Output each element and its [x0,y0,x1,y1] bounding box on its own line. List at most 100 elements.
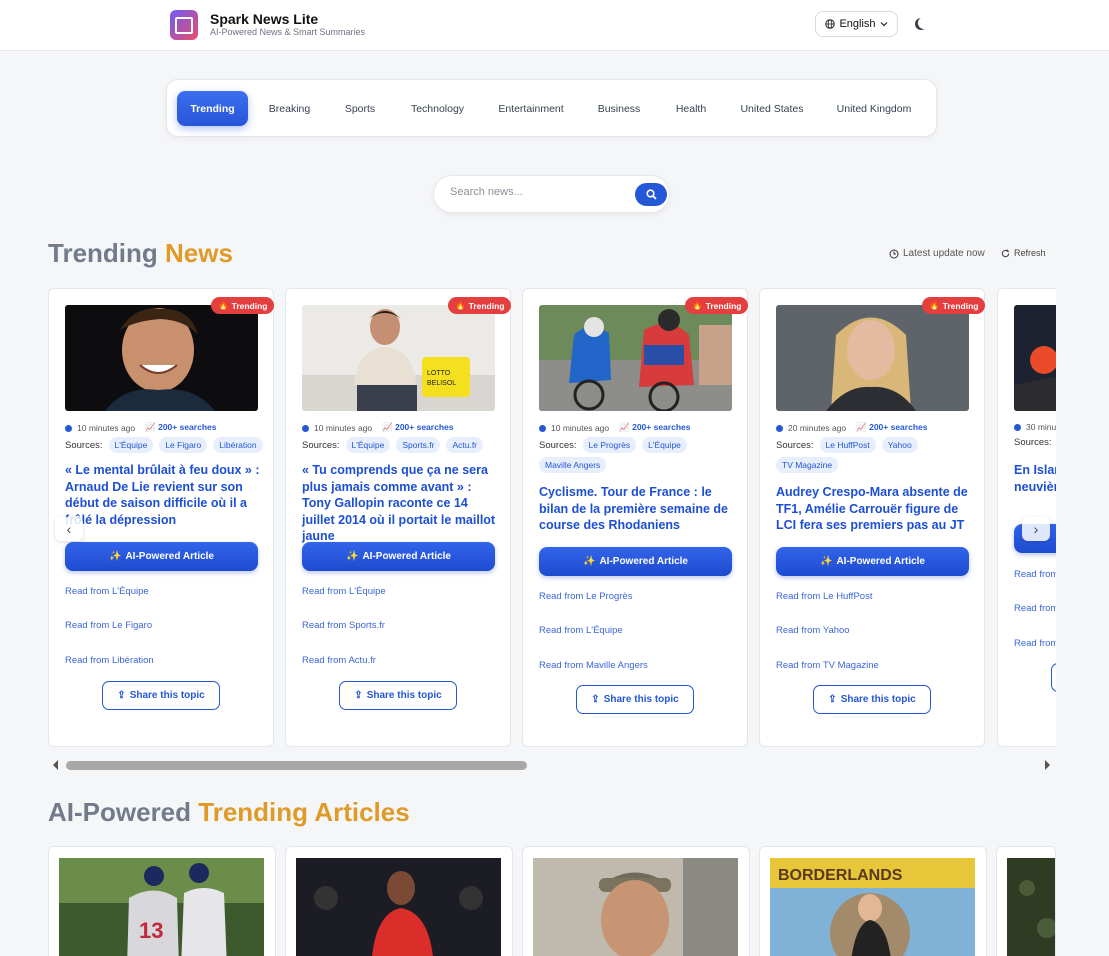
source-pill[interactable]: TV Magazine [776,457,839,473]
news-headline[interactable]: « Le mental brûlait à feu doux » : Arnau… [65,462,263,528]
read-source-link[interactable]: Read from Maville Angers [539,660,648,671]
trending-carousel: 🔥 Trending 10 minutes ago 📈 200+ searches… [48,288,1056,748]
tab-health[interactable]: Health [663,91,719,126]
source-pill[interactable]: L'Équipe [345,437,391,453]
ai-article-button[interactable]: ✨ AI-Powered Article [65,542,258,571]
news-headline[interactable]: Audrey Crespo-Mara absente de TF1, Améli… [776,484,974,534]
read-source-link[interactable]: Read from Le Progrès [539,591,632,602]
sources-list: Sources: Le Progrès L'Équipe Maville Ang… [539,437,739,473]
source-pill[interactable]: Actu.fr [446,437,484,453]
source-pill[interactable]: Le HuffPost [819,437,876,453]
time-text: 10 minutes ago [551,422,610,433]
read-source-link[interactable]: Read from L'Équipe [539,625,623,636]
read-source-link[interactable]: Read from L'Équipe [65,586,149,597]
share-topic-button[interactable]: ⇪ Share this topic [813,685,931,714]
read-source-link[interactable]: Read from [1014,638,1056,649]
source-pill[interactable]: L'Équipe [642,437,687,453]
globe-icon [825,19,836,29]
ai-articles-section-title: AI-Powered Trending Articles [48,797,410,828]
time-ago: 10 minutes ago [539,423,609,433]
read-source-link[interactable]: Read from [1014,569,1056,580]
read-source-link[interactable]: Read from [1014,603,1056,614]
read-source-link[interactable]: Read from Le Figaro [65,620,152,631]
chevron-down-icon [880,22,887,27]
tab-breaking[interactable]: Breaking [257,91,322,126]
ai-article-button[interactable]: ✨ AI-Powered Article [302,542,495,571]
ai-article-card[interactable]: BORDERLANDS [759,846,987,956]
share-topic-button[interactable]: ⇪ Share this topic [576,685,694,714]
badge-label: Trending [231,300,268,311]
refresh-button[interactable]: Refresh [1001,248,1046,258]
share-icon: ⇪ [828,694,837,705]
news-headline[interactable]: Cyclisme. Tour de France : le bilan de l… [539,484,737,534]
badge-label: Trending [705,300,742,311]
tab-sports[interactable]: Sports [332,91,388,126]
dark-mode-moon-icon[interactable] [918,17,930,29]
read-source-link[interactable]: Read from Yahoo [776,625,850,636]
read-source-link[interactable]: Read from Le HuffPost [776,591,872,602]
source-pill[interactable]: Maville Angers [539,457,607,473]
scroll-right-arrow-icon[interactable] [1045,760,1050,770]
search-button[interactable] [635,183,667,206]
read-source-link[interactable]: Read from Libération [65,655,154,666]
tab-technology[interactable]: Technology [399,91,476,126]
article-image: BORDERLANDS [770,858,975,956]
title-part1: AI-Powered [48,797,192,827]
news-headline[interactable]: « Tu comprends que ça ne sera plus jamai… [302,462,500,545]
read-source-link[interactable]: Read from Actu.fr [302,655,376,666]
sparkle-icon: ✨ [820,556,833,567]
app-header: Spark News Lite AI-Powered News & Smart … [0,0,1109,51]
language-selector[interactable]: English [815,11,898,37]
source-pill[interactable]: Le Figaro [159,437,208,453]
scrollbar-thumb[interactable] [66,761,527,770]
ai-article-button[interactable]: ✨ AI-Powered Article [776,547,969,576]
sources-label: Sources: [776,439,814,451]
sources-list: Sources: L'Équipe Sports.fr Actu.fr [302,437,502,453]
chart-up-icon: 📈 [382,422,393,432]
ai-article-card[interactable] [522,846,750,956]
source-pill[interactable]: Libération [213,437,263,453]
news-image [776,305,969,411]
badge-label: Trending [468,300,505,311]
card-meta: 20 minutes ago 📈 200+ searches [776,422,927,433]
scroll-left-arrow-icon[interactable] [53,760,58,770]
svg-text:BELISOL: BELISOL [427,380,456,387]
fire-icon: 🔥 [218,300,229,310]
news-logo-icon [170,10,198,40]
news-headline[interactable]: En Islande, Reykjanes : la neuvième [1014,462,1056,495]
chart-up-icon: 📈 [856,422,867,432]
tab-united-states[interactable]: United States [729,91,815,126]
news-image [539,305,732,411]
time-text: 10 minutes ago [77,422,136,433]
ai-article-card[interactable] [996,846,1056,956]
tab-business[interactable]: Business [585,91,653,126]
ai-article-button[interactable]: ✨ AI-Powered Article [539,547,732,576]
share-topic-button[interactable]: ⇪ Share this topic [339,681,457,710]
read-source-link[interactable]: Read from Sports.fr [302,620,385,631]
source-pill[interactable]: Yahoo [881,437,918,453]
share-topic-button[interactable]: ⇪ Share this topic [102,681,220,710]
fire-icon: 🔥 [929,300,940,310]
search-count: 📈 200+ searches [856,422,927,433]
refresh-label: Refresh [1014,248,1046,258]
source-pill[interactable]: L'Équipe [108,437,154,453]
tab-united-kingdom[interactable]: United Kingdom [826,91,922,126]
ai-button-label: AI-Powered Article [599,556,688,567]
ai-article-card[interactable]: 13 [48,846,276,956]
tab-entertainment[interactable]: Entertainment [487,91,575,126]
search-count-text: 200+ searches [158,422,217,432]
search-input[interactable] [450,186,625,198]
share-icon: ⇪ [117,690,126,701]
carousel-prev-button[interactable]: ‹ [55,517,83,541]
source-pill[interactable]: Sports.fr [396,437,441,453]
read-source-link[interactable]: Read from L'Équipe [302,586,386,597]
chevron-left-icon: ‹ [66,521,72,537]
news-card: 🔥 Trending 20 minutes ago 📈 200+ searches… [759,288,986,747]
trending-badge: 🔥 Trending [448,297,512,314]
ai-article-card[interactable] [285,846,513,956]
read-source-link[interactable]: Read from TV Magazine [776,660,879,671]
carousel-next-button[interactable]: › [1022,517,1050,541]
share-topic-button[interactable] [1051,663,1056,692]
tab-trending[interactable]: Trending [177,91,248,126]
source-pill[interactable]: Le Progrès [582,437,637,453]
